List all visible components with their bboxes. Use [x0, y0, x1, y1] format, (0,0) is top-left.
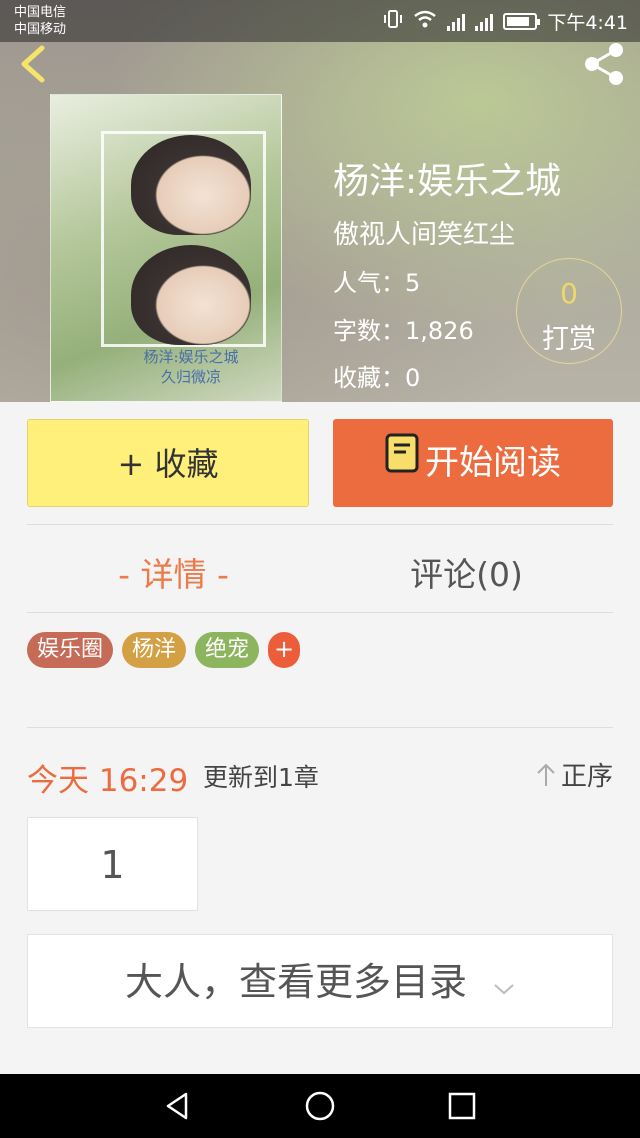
stat-favorites: 收藏：0	[333, 358, 420, 393]
update-text: 更新到1章	[203, 763, 319, 792]
start-reading-button[interactable]: 开始阅读	[333, 419, 613, 507]
update-time: 今天 16:29	[27, 763, 189, 799]
stat-word-count: 字数：1,826	[333, 311, 474, 346]
tag-pampered[interactable]: 绝宠	[195, 632, 260, 668]
book-icon	[385, 418, 419, 506]
tip-count: 0	[560, 277, 578, 310]
add-to-favorites-button[interactable]: + 收藏	[27, 419, 309, 507]
favorites-value: 0	[405, 364, 421, 392]
battery-icon	[503, 13, 541, 30]
chevron-down-icon	[493, 936, 515, 1030]
words-value: 1,826	[405, 317, 474, 345]
stat-popularity: 人气：5	[333, 263, 420, 298]
clock: 下午4:41	[547, 12, 628, 34]
tab-comments[interactable]: 评论(0)	[320, 548, 613, 596]
triangle-back-icon	[166, 1092, 188, 1120]
cover-title-line1: 杨洋:娱乐之城	[143, 348, 239, 366]
sort-order-label: 正序	[560, 762, 613, 792]
cover-title-text: 杨洋:娱乐之城 久归微凉	[111, 347, 271, 387]
more-catalog-label: 大人，查看更多目录	[124, 960, 467, 1004]
back-button[interactable]	[14, 42, 54, 86]
words-label: 字数：	[333, 317, 405, 345]
sort-order-button[interactable]: 正序	[535, 756, 613, 793]
system-nav-bar	[0, 1074, 640, 1138]
share-button[interactable]	[580, 40, 628, 88]
add-tag-button[interactable]: +	[268, 632, 301, 668]
arrow-up-icon	[537, 763, 555, 786]
chapter-item[interactable]: 1	[27, 817, 198, 911]
divider	[27, 727, 613, 728]
tip-button[interactable]: 0 打赏	[516, 258, 622, 364]
more-catalog-button[interactable]: 大人，查看更多目录	[27, 934, 613, 1028]
carrier-1: 中国电信	[14, 5, 67, 20]
favorites-label: 收藏：	[333, 364, 405, 392]
share-icon	[585, 43, 623, 85]
nav-recents-button[interactable]	[444, 1088, 480, 1124]
wifi-icon	[413, 10, 437, 33]
signal-4g-icon	[447, 13, 466, 31]
nav-back-button[interactable]	[160, 1088, 196, 1124]
nav-home-button[interactable]	[302, 1088, 338, 1124]
book-author[interactable]: 傲视人间笑红尘	[333, 214, 515, 251]
book-header: 中国电信 中国移动 下午4:41 杨洋:娱乐之城 久归微凉 杨洋:娱乐之城 傲视…	[0, 0, 640, 402]
square-recents-icon	[448, 1092, 476, 1120]
carrier-2: 中国移动	[14, 22, 67, 37]
start-reading-label: 开始阅读	[425, 443, 561, 483]
tag-yang-yang[interactable]: 杨洋	[122, 632, 187, 668]
circle-home-icon	[305, 1091, 335, 1121]
signal-2g-icon	[475, 13, 494, 31]
divider	[27, 524, 613, 525]
cover-portrait-bottom	[131, 245, 251, 345]
divider	[27, 612, 613, 613]
book-cover[interactable]: 杨洋:娱乐之城 久归微凉	[50, 94, 282, 402]
tag-entertainment[interactable]: 娱乐圈	[27, 632, 114, 668]
popularity-value: 5	[405, 269, 421, 297]
cover-title-line2: 久归微凉	[160, 368, 221, 386]
carrier-info: 中国电信 中国移动	[14, 4, 66, 38]
tag-list: 娱乐圈 杨洋 绝宠 +	[27, 632, 301, 668]
cover-portrait-top	[131, 135, 251, 235]
book-title: 杨洋:娱乐之城	[333, 161, 562, 202]
tip-label: 打赏	[542, 324, 596, 355]
status-bar: 中国电信 中国移动 下午4:41	[0, 0, 640, 42]
tab-detail[interactable]: - 详情 -	[27, 548, 320, 596]
vibrate-icon	[383, 9, 403, 34]
back-arrow-icon	[21, 45, 45, 83]
status-icons: 下午4:41	[383, 8, 628, 35]
popularity-label: 人气：	[333, 269, 405, 297]
